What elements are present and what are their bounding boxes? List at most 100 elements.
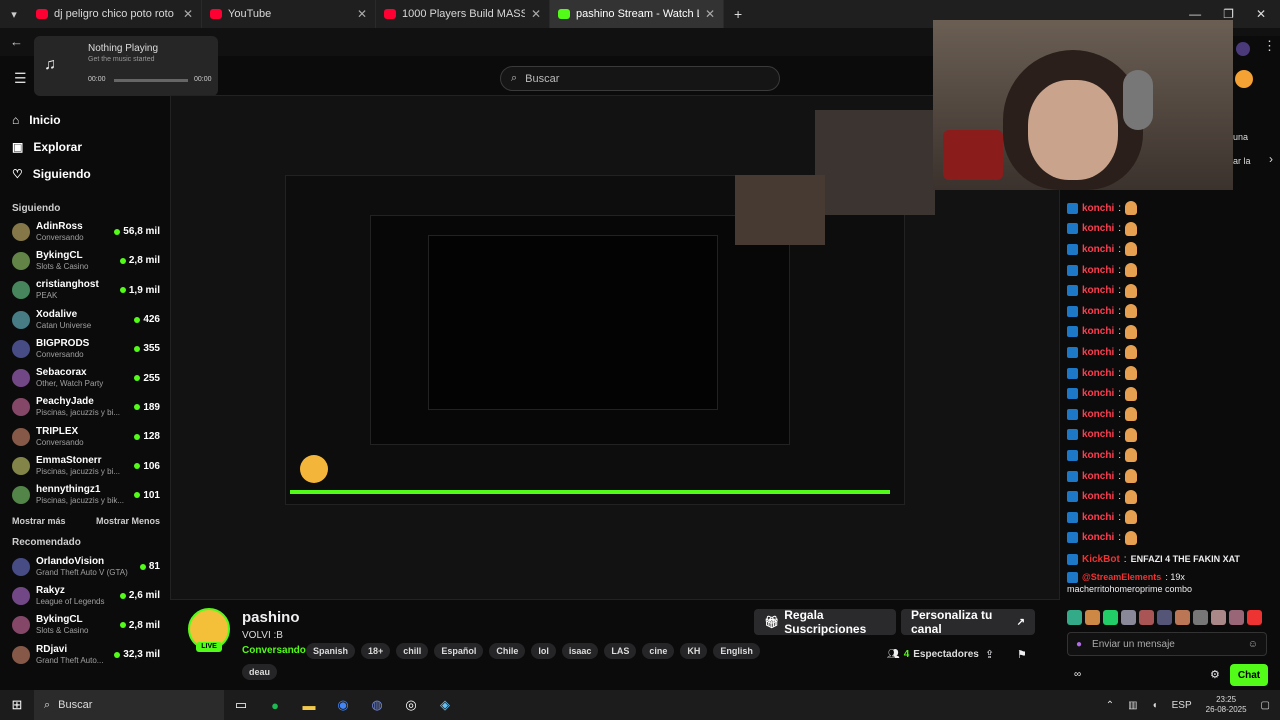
- chat-username[interactable]: konchi: [1082, 203, 1114, 214]
- stream-category[interactable]: Conversando: [242, 645, 306, 656]
- folder-icon[interactable]: ▬: [292, 690, 326, 720]
- chat-username[interactable]: konchi: [1082, 368, 1114, 379]
- close-icon[interactable]: ✕: [531, 7, 541, 21]
- taskbar-search[interactable]: ⌕ Buscar: [34, 690, 224, 720]
- tag[interactable]: deau: [242, 664, 278, 680]
- more-icon[interactable]: ⋮: [1263, 38, 1276, 54]
- sidebar-channel[interactable]: PeachyJade Piscinas, jacuzzis y bi... 18…: [0, 393, 170, 422]
- obs-icon[interactable]: ◎: [394, 690, 428, 720]
- tag[interactable]: Spanish: [306, 643, 356, 659]
- sidebar-channel[interactable]: BykingCL Slots & Casino 2,8 mil: [0, 246, 170, 275]
- emote-icon[interactable]: [1067, 610, 1082, 626]
- tag[interactable]: Español: [434, 643, 484, 659]
- emote-icon[interactable]: [1085, 610, 1100, 626]
- browser-tab[interactable]: YouTube ✕: [202, 0, 376, 28]
- chat-username[interactable]: konchi: [1082, 512, 1114, 523]
- chat-username[interactable]: konchi: [1082, 347, 1114, 358]
- chat-username[interactable]: KickBot: [1082, 554, 1120, 565]
- chrome-icon[interactable]: ◉: [326, 690, 360, 720]
- sidebar-channel[interactable]: BIGPRODS Conversando 355: [0, 334, 170, 363]
- minimize-icon[interactable]: —: [1189, 7, 1201, 21]
- send-chat-button[interactable]: Chat: [1230, 664, 1268, 686]
- customize-channel-button[interactable]: Personaliza tu canal ↗: [901, 608, 1035, 636]
- chat-username[interactable]: konchi: [1082, 388, 1114, 399]
- tag[interactable]: isaac: [561, 643, 599, 659]
- chat-username[interactable]: @StreamElements: [1082, 572, 1161, 582]
- close-icon[interactable]: ✕: [357, 7, 367, 21]
- browser-tab[interactable]: dj peligro chico poto roto ✕: [28, 0, 202, 28]
- sidebar-channel[interactable]: EmmaStonerr Piscinas, jacuzzis y bi... 1…: [0, 451, 170, 480]
- emote-icon[interactable]: [1211, 610, 1226, 626]
- volume-icon[interactable]: ◖: [1152, 700, 1158, 711]
- emote-icon[interactable]: [1121, 610, 1136, 626]
- tag[interactable]: KH: [680, 643, 708, 659]
- sidebar-channel[interactable]: RDjavi Grand Theft Auto... 32,3 mil: [0, 640, 170, 669]
- sidebar-channel[interactable]: Sebacorax Other, Watch Party 255: [0, 363, 170, 392]
- share-icon[interactable]: ⇪: [985, 648, 994, 661]
- tag[interactable]: English: [713, 643, 760, 659]
- video-progress-bar[interactable]: [290, 490, 890, 494]
- tag[interactable]: chill: [396, 643, 429, 659]
- emote-icon[interactable]: [1103, 610, 1118, 626]
- maximize-icon[interactable]: ❐: [1223, 7, 1234, 21]
- emote-icon[interactable]: [1247, 610, 1262, 626]
- steam-icon[interactable]: ◈: [428, 690, 462, 720]
- chat-username[interactable]: konchi: [1082, 223, 1114, 234]
- nav-home[interactable]: ⌂ Inicio: [0, 106, 170, 133]
- spotify-icon[interactable]: ●: [258, 690, 292, 720]
- chat-username[interactable]: konchi: [1082, 244, 1114, 255]
- back-arrow-icon[interactable]: ←: [10, 34, 23, 49]
- sidebar-channel[interactable]: cristianghost PEAK 1,9 mil: [0, 276, 170, 305]
- nav-explore[interactable]: ▣ Explorar: [0, 133, 170, 160]
- sidebar-channel[interactable]: Rakyz League of Legends 2,6 mil: [0, 581, 170, 610]
- infinity-icon[interactable]: ∞: [1074, 669, 1081, 680]
- tag[interactable]: Chile: [489, 643, 526, 659]
- chat-username[interactable]: konchi: [1082, 306, 1114, 317]
- chat-username[interactable]: konchi: [1082, 265, 1114, 276]
- emote-icon[interactable]: [1139, 610, 1154, 626]
- sidebar-channel[interactable]: Xodalive Catan Universe 426: [0, 305, 170, 334]
- chat-username[interactable]: konchi: [1082, 285, 1114, 296]
- media-progress[interactable]: [114, 79, 188, 82]
- chat-username[interactable]: konchi: [1082, 326, 1114, 337]
- sidebar-channel[interactable]: AdinRoss Conversando 56,8 mil: [0, 217, 170, 246]
- sidebar-channel[interactable]: BykingCL Slots & Casino 2,8 mil: [0, 611, 170, 640]
- sidebar-channel[interactable]: TRIPLEX Conversando 128: [0, 422, 170, 451]
- video-player[interactable]: [170, 95, 1060, 600]
- chat-input[interactable]: ● Enviar un mensaje ☺: [1067, 632, 1267, 656]
- chat-username[interactable]: konchi: [1082, 429, 1114, 440]
- browser-tab-active[interactable]: pashino Stream - Watch Liv ✕: [550, 0, 724, 28]
- emote-icon[interactable]: [1157, 610, 1172, 626]
- nav-following[interactable]: ♡ Siguiendo: [0, 160, 170, 187]
- emote-icon[interactable]: [1193, 610, 1208, 626]
- show-less-link[interactable]: Mostrar Menos: [96, 516, 160, 526]
- chat-username[interactable]: konchi: [1082, 471, 1114, 482]
- emoji-picker-icon[interactable]: ☺: [1248, 639, 1258, 650]
- chat-username[interactable]: konchi: [1082, 491, 1114, 502]
- gift-subs-button[interactable]: 🎁︎ Regala Suscripciones: [754, 608, 896, 636]
- tag[interactable]: LAS: [604, 643, 637, 659]
- profile-icon[interactable]: [1236, 42, 1250, 56]
- windows-start-icon[interactable]: ⊞: [0, 690, 34, 720]
- close-icon[interactable]: ✕: [705, 7, 715, 21]
- close-icon[interactable]: ✕: [183, 7, 193, 21]
- chat-username[interactable]: konchi: [1082, 450, 1114, 461]
- tag[interactable]: cine: [642, 643, 675, 659]
- close-window-icon[interactable]: ✕: [1256, 7, 1266, 21]
- tag[interactable]: 18+: [361, 643, 391, 659]
- tab-list-button[interactable]: ▾: [0, 8, 28, 21]
- search-input[interactable]: ⌕ Buscar: [500, 66, 780, 91]
- emote-icon[interactable]: [1175, 610, 1190, 626]
- show-more-link[interactable]: Mostrar más: [12, 516, 66, 526]
- network-icon[interactable]: ▥: [1128, 700, 1137, 711]
- notifications-icon[interactable]: ▢: [1261, 700, 1270, 711]
- browser-tab[interactable]: 1000 Players Build MASSIVE C ✕: [376, 0, 550, 28]
- chevron-right-icon[interactable]: ›: [1269, 152, 1273, 166]
- sidebar-channel[interactable]: OrlandoVision Grand Theft Auto V (GTA) 8…: [0, 552, 170, 581]
- new-tab-button[interactable]: +: [724, 6, 752, 22]
- chevron-up-icon[interactable]: ⌃: [1106, 700, 1114, 711]
- chat-username[interactable]: konchi: [1082, 532, 1114, 543]
- channel-name[interactable]: pashino: [242, 609, 300, 626]
- sidebar-channel[interactable]: hennythingz1 Piscinas, jacuzzis y bik...…: [0, 481, 170, 510]
- clock[interactable]: 23:25 26-08-2025: [1206, 695, 1247, 715]
